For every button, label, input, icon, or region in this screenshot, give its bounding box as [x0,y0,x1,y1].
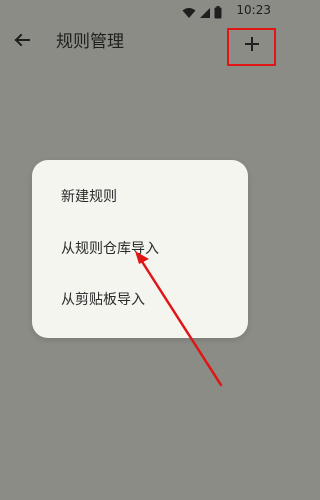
menu-item-label: 新建规则 [61,189,117,205]
menu-item-new-rule[interactable]: 新建规则 [32,176,248,216]
back-button[interactable] [10,30,34,54]
add-rule-button[interactable] [226,26,278,66]
menu-item-label: 从规则仓库导入 [61,241,159,257]
menu-item-import-from-repository[interactable]: 从规则仓库导入 [32,228,248,268]
status-time: 10:23 [236,3,271,17]
wifi-icon [182,4,196,23]
app-bar: 规则管理 [0,22,280,66]
plus-icon [244,36,260,56]
status-icons [182,4,222,23]
signal-icon [199,4,211,23]
back-arrow-icon [13,31,31,53]
battery-icon [214,4,222,23]
menu-item-label: 从剪贴板导入 [61,292,145,308]
page-title: 规则管理 [56,32,124,52]
menu-item-import-from-clipboard[interactable]: 从剪贴板导入 [32,279,248,319]
status-bar: 10:23 [0,0,280,22]
import-menu: 新建规则 从规则仓库导入 从剪贴板导入 [32,160,248,338]
